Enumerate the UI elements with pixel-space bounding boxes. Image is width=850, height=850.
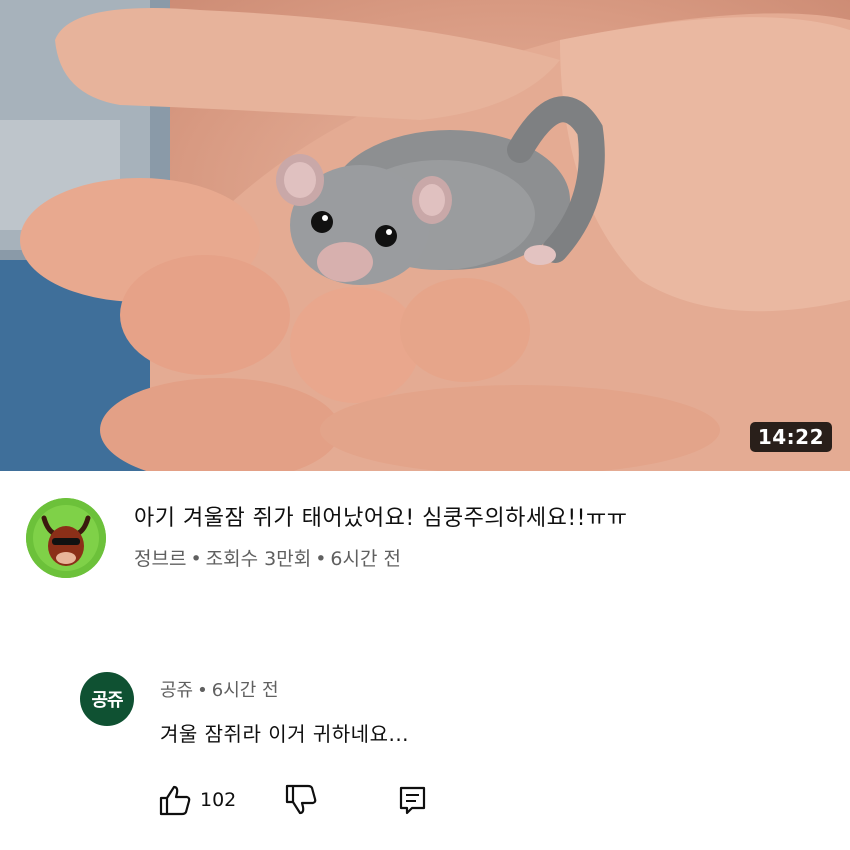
video-title[interactable]: 아기 겨울잠 쥐가 태어났어요! 심쿵주의하세요!!ㅠㅠ: [134, 500, 627, 532]
comment-author-avatar[interactable]: 공쥬: [80, 672, 134, 726]
comment-text: 겨울 잠쥐라 이거 귀하네요...: [160, 722, 410, 746]
comment-age: 6시간 전: [211, 680, 279, 701]
comment-header: 공쥬 • 6시간 전: [160, 676, 279, 702]
reply-button[interactable]: [398, 784, 428, 816]
meta-separator: •: [315, 548, 327, 570]
like-button[interactable]: 102: [158, 784, 236, 816]
view-count: 조회수 3만회: [205, 548, 312, 570]
channel-avatar[interactable]: [26, 498, 106, 578]
comment-separator: •: [197, 680, 208, 701]
video-meta-line: 정브르 • 조회수 3만회 • 6시간 전: [134, 544, 401, 571]
thumbs-down-icon: [285, 784, 317, 815]
bull-mascot-icon: [26, 498, 106, 578]
video-thumbnail[interactable]: 14:22: [0, 0, 850, 471]
channel-name[interactable]: 정브르: [134, 548, 186, 570]
reply-comment-icon: [399, 786, 426, 815]
thumbs-up-icon: [159, 785, 191, 816]
thumbnail-image: [0, 0, 850, 471]
upload-age: 6시간 전: [330, 548, 401, 570]
video-duration-badge: 14:22: [749, 422, 832, 452]
comment-author-name[interactable]: 공쥬: [160, 680, 193, 701]
like-count: 102: [200, 789, 237, 811]
comment-actions: 102: [158, 784, 458, 820]
meta-separator: •: [190, 548, 202, 570]
dislike-button[interactable]: [284, 784, 318, 816]
